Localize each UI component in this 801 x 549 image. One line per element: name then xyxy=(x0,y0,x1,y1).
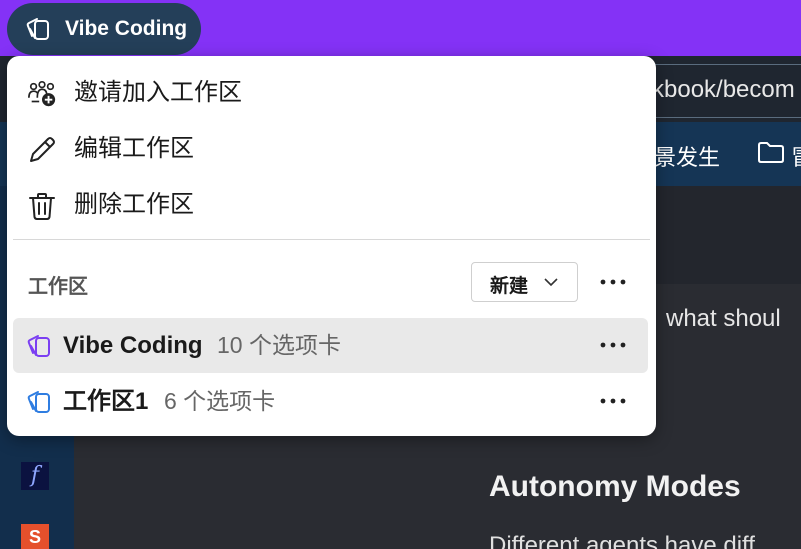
menu-divider xyxy=(13,239,650,240)
delete-workspace-label: 删除工作区 xyxy=(74,191,194,218)
bookmark-item[interactable]: 景发生 xyxy=(654,140,720,172)
workspace-switcher-button[interactable]: Vibe Coding xyxy=(7,3,201,55)
workspace-more-button[interactable] xyxy=(598,330,628,360)
workspace-row-workspace1[interactable]: 工作区1 6 个选项卡 xyxy=(13,374,648,429)
delete-workspace-item[interactable]: 删除工作区 xyxy=(7,177,656,233)
content-heading: Autonomy Modes xyxy=(489,470,741,503)
more-dots-icon xyxy=(600,342,626,348)
workspace-name: 工作区1 xyxy=(63,388,149,415)
content-text: what shoul xyxy=(666,305,781,332)
workspace-name: Vibe Coding xyxy=(63,332,203,359)
invite-people-icon xyxy=(27,79,57,109)
workspace-tab-count: 6 个选项卡 xyxy=(164,388,276,414)
workspace-tab-count: 10 个选项卡 xyxy=(217,332,341,358)
tabs-stack-icon xyxy=(26,18,49,40)
workspaces-more-button[interactable] xyxy=(598,267,628,297)
address-text: kbook/becom xyxy=(652,76,795,103)
edit-workspace-item[interactable]: 编辑工作区 xyxy=(7,121,656,177)
bookmark-folder-label[interactable]: 冒 xyxy=(791,140,801,172)
new-workspace-button[interactable]: 新建 xyxy=(471,262,578,302)
tabs-stack-icon xyxy=(27,391,50,413)
folder-icon[interactable] xyxy=(757,140,785,164)
content-paragraph: Different agents have diff xyxy=(489,532,755,549)
workspace-row-vibe-coding[interactable]: Vibe Coding 10 个选项卡 xyxy=(13,318,648,373)
new-workspace-label: 新建 xyxy=(490,276,529,297)
sidebar-app-f-icon[interactable]: f xyxy=(21,462,49,490)
workspace-more-button[interactable] xyxy=(598,386,628,416)
chevron-down-icon xyxy=(544,278,558,287)
invite-to-workspace-label: 邀请加入工作区 xyxy=(74,79,242,106)
invite-to-workspace-item[interactable]: 邀请加入工作区 xyxy=(7,65,656,121)
tabs-stack-icon xyxy=(27,335,50,357)
workspace-menu: 邀请加入工作区 编辑工作区 删除工作区 工作区 新建 Vibe Coding 1… xyxy=(7,56,656,436)
trash-icon xyxy=(27,191,57,221)
sidebar-app-s-icon[interactable]: S xyxy=(21,524,49,549)
edit-workspace-label: 编辑工作区 xyxy=(74,135,194,162)
more-dots-icon xyxy=(600,279,626,285)
pencil-icon xyxy=(27,135,57,165)
more-dots-icon xyxy=(600,398,626,404)
workspace-switcher-label: Vibe Coding xyxy=(65,17,188,40)
workspaces-section-title: 工作区 xyxy=(28,276,88,298)
